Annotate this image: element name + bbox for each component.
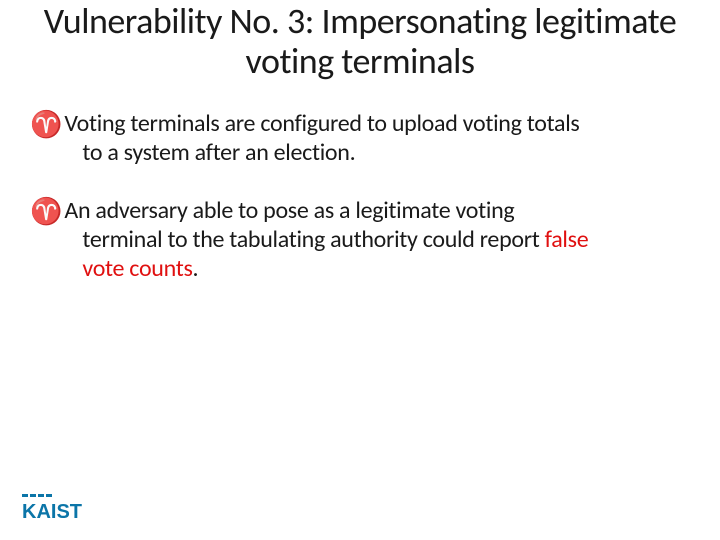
- bullet-line: Voting terminals are configured to uploa…: [64, 109, 579, 138]
- slide-title: Vulnerability No. 3: Impersonating legit…: [30, 0, 690, 81]
- logo-icon: KAIST: [22, 492, 118, 522]
- bullet-item: ♈ Voting terminals are configured to upl…: [30, 109, 690, 168]
- kaist-logo: KAIST: [22, 492, 118, 522]
- bullet-text: Voting terminals are configured to uploa…: [64, 109, 579, 168]
- emphasis-text: false: [545, 225, 589, 254]
- aries-icon: ♈: [30, 198, 62, 224]
- text-fragment: .: [193, 254, 199, 283]
- logo-text: KAIST: [22, 501, 82, 522]
- slide-body: ♈ Voting terminals are configured to upl…: [30, 109, 690, 283]
- bullet-item: ♈ An adversary able to pose as a legitim…: [30, 196, 690, 284]
- aries-icon: ♈: [30, 111, 62, 137]
- bullet-line: vote counts.: [64, 254, 588, 283]
- bullet-line: to a system after an election.: [64, 138, 579, 167]
- bullet-text: An adversary able to pose as a legitimat…: [64, 196, 588, 284]
- emphasis-text: vote counts: [82, 254, 192, 283]
- bullet-line: An adversary able to pose as a legitimat…: [64, 196, 514, 225]
- bullet-line: terminal to the tabulating authority cou…: [64, 225, 588, 254]
- text-fragment: terminal to the tabulating authority cou…: [82, 225, 544, 254]
- slide: Vulnerability No. 3: Impersonating legit…: [0, 0, 720, 540]
